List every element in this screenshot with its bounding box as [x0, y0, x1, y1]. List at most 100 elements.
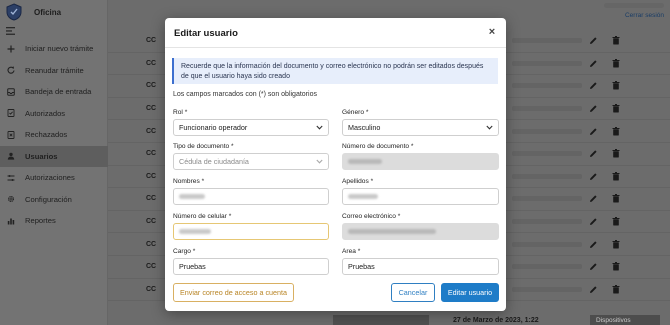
- tipo-doc-label: Tipo de documento *: [173, 143, 234, 150]
- rol-select[interactable]: Funcionario operador: [173, 119, 329, 136]
- num-doc-field: [342, 153, 499, 170]
- close-icon[interactable]: ×: [486, 26, 498, 38]
- pencil-icon[interactable]: [589, 262, 598, 271]
- nombres-label: Nombres *: [173, 178, 205, 185]
- chevron-down-icon: [486, 125, 493, 130]
- trash-icon[interactable]: [612, 284, 620, 294]
- chevron-down-icon: [316, 159, 323, 164]
- genero-value: Masculino: [348, 123, 381, 132]
- email-cell: [512, 60, 582, 66]
- sidebar-nav: Iniciar nuevo trámite Reanudar trámite B…: [0, 38, 108, 232]
- hamburger-icon[interactable]: [6, 27, 15, 35]
- pencil-icon[interactable]: [589, 127, 598, 136]
- sidebar-item-label: Iniciar nuevo trámite: [25, 44, 94, 54]
- trash-icon[interactable]: [612, 36, 620, 45]
- doc-type-cell: CC: [146, 218, 157, 226]
- trash-icon[interactable]: [612, 81, 620, 90]
- pencil-icon[interactable]: [589, 81, 598, 90]
- logout-link[interactable]: Cerrar sesión: [625, 12, 664, 19]
- email-cell: [512, 286, 582, 292]
- edit-user-button[interactable]: Editar usuario: [441, 283, 499, 302]
- redacted-value: [179, 229, 211, 234]
- trash-icon[interactable]: [612, 58, 620, 68]
- cancel-button[interactable]: Cancelar: [391, 283, 435, 302]
- celular-field[interactable]: [173, 223, 329, 240]
- apellidos-field[interactable]: [342, 188, 499, 205]
- sidebar-item-bandeja[interactable]: Bandeja de entrada: [0, 81, 108, 103]
- sidebar-item-rechazados[interactable]: Rechazados: [0, 124, 108, 146]
- tipo-doc-value: Cédula de ciudadanía: [179, 157, 249, 166]
- trash-icon[interactable]: [612, 239, 620, 249]
- doc-type-cell: CC: [146, 172, 157, 180]
- trash-icon[interactable]: [612, 171, 620, 181]
- nombres-field[interactable]: [173, 188, 329, 205]
- email-cell: [512, 196, 582, 202]
- sidebar-item-iniciar[interactable]: Iniciar nuevo trámite: [0, 38, 108, 60]
- user-email: [604, 3, 664, 8]
- doc-type-cell: CC: [146, 37, 157, 45]
- edit-user-modal: Editar usuario × Recuerde que la informa…: [165, 18, 506, 311]
- doc-type-cell: CC: [146, 59, 157, 67]
- shield-logo-icon: [6, 3, 22, 21]
- sidebar-item-label: Reportes: [25, 216, 56, 226]
- trash-icon[interactable]: [612, 104, 620, 113]
- chart-icon: [7, 217, 15, 225]
- sidebar-item-reportes[interactable]: Reportes: [0, 210, 108, 232]
- app-name: Oficina: [34, 7, 62, 17]
- doc-type-cell: CC: [146, 150, 157, 158]
- celular-label: Número de celular *: [173, 213, 232, 220]
- pencil-icon[interactable]: [589, 194, 598, 203]
- email-cell: [512, 241, 582, 247]
- email-cell: [512, 219, 582, 225]
- redacted-value: [348, 229, 436, 234]
- doc-type-cell: CC: [146, 105, 157, 113]
- doc-type-cell: CC: [146, 82, 157, 90]
- area-field[interactable]: Pruebas: [342, 258, 499, 275]
- sidebar-item-reanudar[interactable]: Reanudar trámite: [0, 60, 108, 82]
- send-access-email-button[interactable]: Enviar correo de acceso a cuenta: [173, 283, 294, 302]
- apellidos-label: Apellidos *: [342, 178, 374, 185]
- sidebar-item-label: Autorizados: [25, 108, 66, 118]
- sidebar-item-autorizados[interactable]: Autorizados: [0, 103, 108, 125]
- sidebar-item-autorizaciones[interactable]: Autorizaciones: [0, 167, 108, 189]
- sidebar-item-usuarios[interactable]: Usuarios: [0, 145, 108, 167]
- table-footer: 27 de Marzo de 2023, 1:22 Dispositivos: [333, 315, 670, 325]
- pencil-icon[interactable]: [589, 59, 598, 68]
- pencil-icon[interactable]: [589, 36, 598, 45]
- pencil-icon[interactable]: [589, 104, 598, 113]
- sidebar-item-label: Configuración: [25, 194, 72, 204]
- check-doc-icon: [7, 109, 15, 118]
- doc-type-cell: CC: [146, 240, 157, 248]
- brand: Oficina: [0, 0, 107, 24]
- doc-type-cell: CC: [146, 127, 157, 135]
- devices-button[interactable]: Dispositivos: [590, 315, 660, 325]
- sliders-icon: [7, 174, 15, 182]
- trash-icon[interactable]: [612, 126, 620, 136]
- num-doc-label: Número de documento *: [342, 143, 414, 150]
- pencil-icon[interactable]: [589, 149, 598, 158]
- reject-doc-icon: [7, 130, 15, 139]
- gear-icon: [7, 195, 15, 203]
- redacted-value: [348, 159, 382, 164]
- area-label: Area *: [342, 248, 361, 255]
- sidebar-item-label: Bandeja de entrada: [25, 87, 92, 97]
- cargo-field[interactable]: Pruebas: [173, 258, 329, 275]
- cargo-label: Cargo *: [173, 248, 196, 255]
- trash-icon[interactable]: [612, 194, 620, 203]
- pencil-icon[interactable]: [589, 285, 598, 294]
- genero-select[interactable]: Masculino: [342, 119, 499, 136]
- trash-icon[interactable]: [612, 149, 620, 158]
- trash-icon[interactable]: [612, 262, 620, 271]
- modal-header: Editar usuario ×: [165, 18, 506, 48]
- email-cell: [512, 83, 582, 89]
- email-cell: [512, 264, 582, 270]
- plus-icon: [7, 45, 15, 53]
- pencil-icon[interactable]: [589, 217, 598, 226]
- email-cell: [512, 38, 582, 44]
- email-cell: [512, 128, 582, 134]
- trash-icon[interactable]: [612, 217, 620, 226]
- pencil-icon[interactable]: [589, 240, 598, 249]
- sidebar-item-configuracion[interactable]: Configuración: [0, 189, 108, 211]
- pencil-icon[interactable]: [589, 172, 598, 181]
- sidebar-item-label: Usuarios: [25, 151, 58, 161]
